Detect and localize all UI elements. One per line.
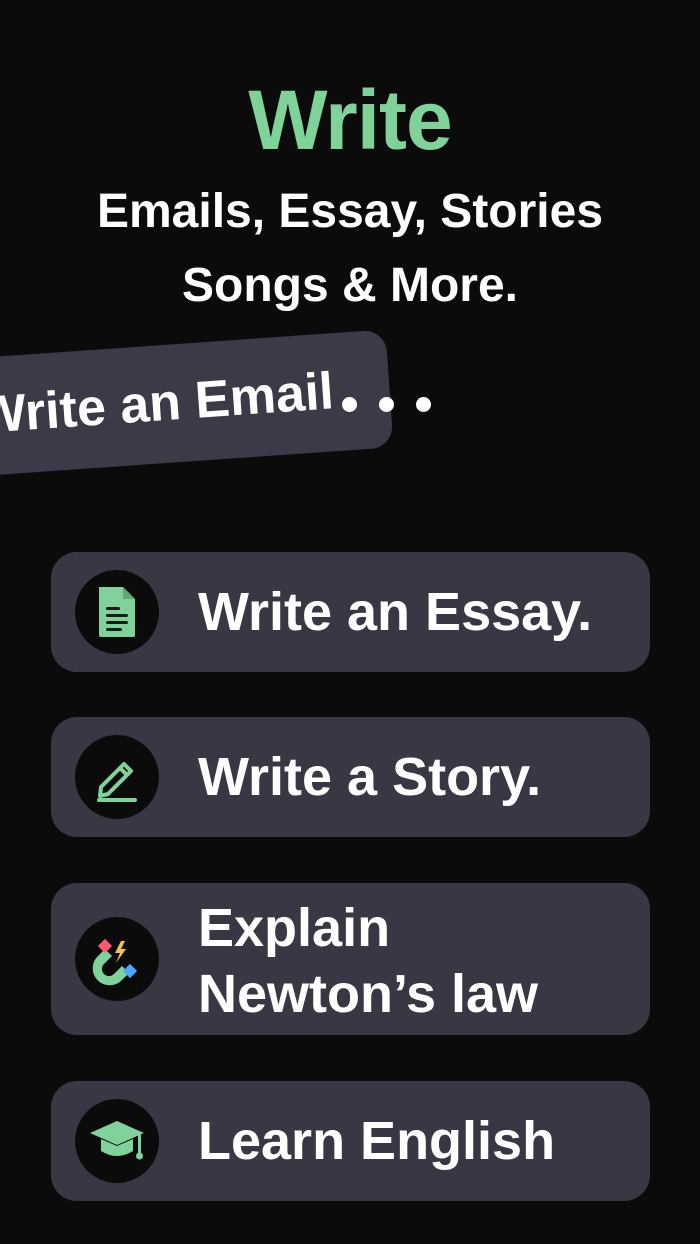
hero-subtitle-line1: Emails, Essay, Stories xyxy=(96,185,604,238)
typing-banner-text: Write an Email xyxy=(0,362,336,446)
card-write-essay[interactable]: Write an Essay. xyxy=(51,552,650,672)
typing-dot xyxy=(379,397,394,412)
card-label-line1: Explain xyxy=(198,898,391,958)
typing-dot xyxy=(342,397,357,412)
card-label: Write an Essay. xyxy=(198,582,593,642)
hero-title: Write xyxy=(248,73,452,167)
document-icon xyxy=(75,570,159,654)
card-write-story[interactable]: Write a Story. xyxy=(51,717,650,837)
typing-dot xyxy=(416,397,431,412)
graduation-cap-icon xyxy=(75,1099,159,1183)
card-learn-english[interactable]: Learn English xyxy=(51,1081,650,1201)
hero-subtitle-line2: Songs & More. xyxy=(181,259,519,312)
card-label: Learn English xyxy=(198,1111,556,1171)
card-label-line2: Newton’s law xyxy=(198,964,539,1024)
typing-banner: Write an Email xyxy=(0,329,394,479)
typing-indicator xyxy=(342,397,431,412)
magnet-icon xyxy=(75,917,159,1001)
card-explain-newton[interactable]: Explain Newton’s law xyxy=(51,883,650,1035)
pencil-icon xyxy=(75,735,159,819)
card-label: Write a Story. xyxy=(198,747,542,807)
